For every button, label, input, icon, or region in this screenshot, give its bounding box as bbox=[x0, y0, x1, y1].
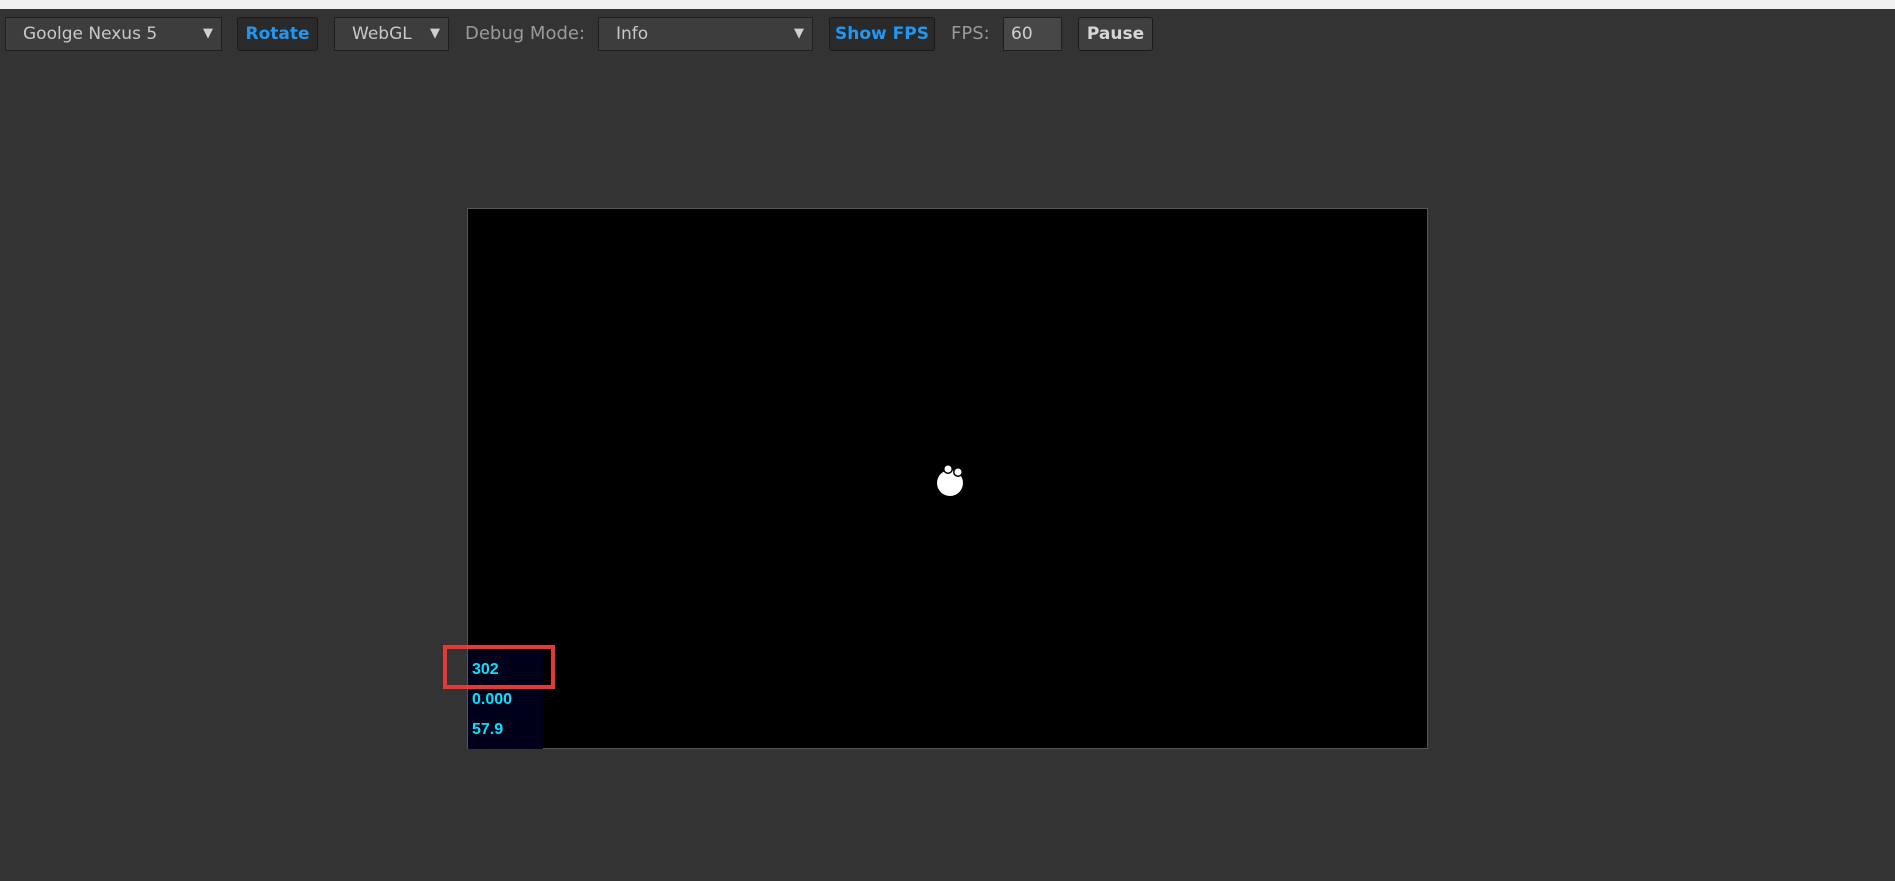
pause-button[interactable]: Pause bbox=[1078, 17, 1153, 51]
debug-mode-label: Debug Mode: bbox=[465, 23, 586, 44]
chevron-down-icon: ▼ bbox=[794, 26, 804, 41]
game-canvas[interactable]: 302 0.000 57.9 bbox=[467, 208, 1428, 749]
toolbar: Goolge Nexus 5 ▼ Rotate WebGL ▼ Debug Mo… bbox=[0, 9, 1895, 63]
top-strip bbox=[0, 0, 1895, 9]
debug-mode-select-value: Info bbox=[616, 24, 649, 44]
chevron-down-icon: ▼ bbox=[203, 26, 213, 41]
pause-button-label: Pause bbox=[1086, 24, 1145, 44]
highlight-box bbox=[443, 645, 555, 689]
device-select-value: Goolge Nexus 5 bbox=[23, 24, 158, 44]
device-select[interactable]: Goolge Nexus 5 ▼ bbox=[5, 17, 222, 51]
chevron-down-icon: ▼ bbox=[430, 26, 440, 41]
fps-input-value: 60 bbox=[1011, 24, 1033, 44]
debug-mode-select[interactable]: Info ▼ bbox=[598, 17, 813, 51]
logo-icon bbox=[937, 464, 963, 496]
stats-fps: 57.9 bbox=[472, 721, 504, 738]
show-fps-button[interactable]: Show FPS bbox=[829, 17, 935, 51]
fps-input[interactable]: 60 bbox=[1003, 17, 1062, 51]
rotate-button[interactable]: Rotate bbox=[237, 17, 318, 51]
fps-label: FPS: bbox=[951, 23, 990, 44]
stats-frame-time: 0.000 bbox=[472, 691, 513, 708]
show-fps-button-label: Show FPS bbox=[835, 24, 929, 44]
renderer-select[interactable]: WebGL ▼ bbox=[334, 17, 449, 51]
rotate-button-label: Rotate bbox=[245, 24, 310, 44]
renderer-select-value: WebGL bbox=[352, 24, 412, 44]
